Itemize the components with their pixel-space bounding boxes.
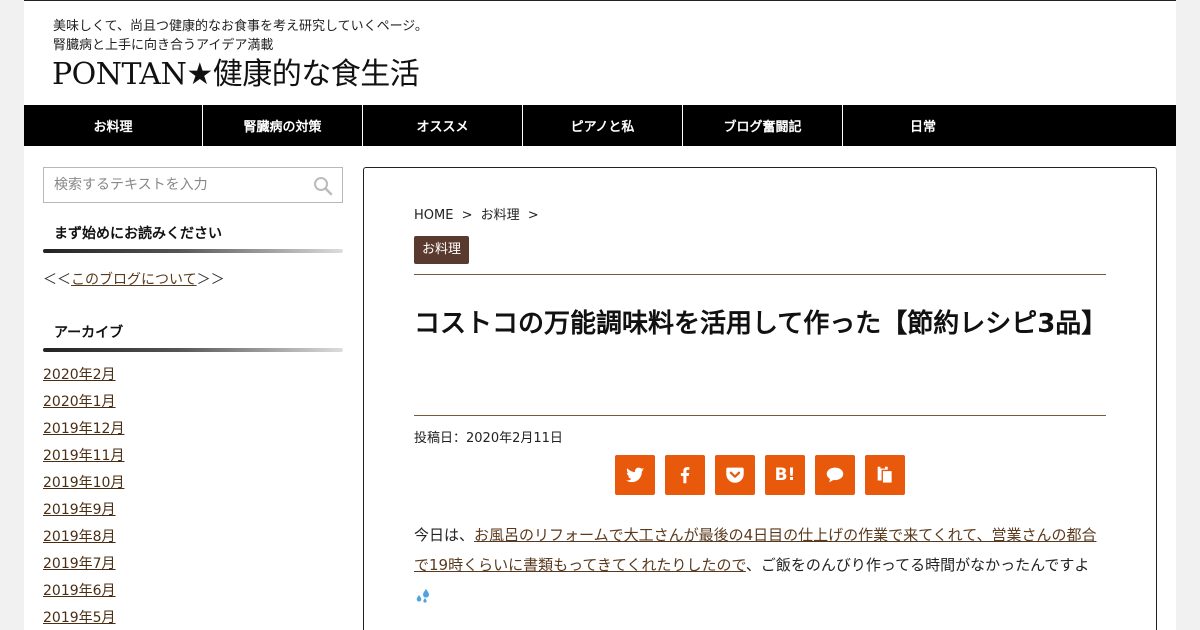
title-divider-bottom xyxy=(414,415,1106,416)
archive-link[interactable]: 2019年9月 xyxy=(43,502,116,518)
list-item: 2019年6月 xyxy=(43,581,124,608)
archive-link[interactable]: 2020年1月 xyxy=(43,394,116,410)
site-header: 美味しくて、尚且つ健康的なお食事を考え研究していくページ。 腎臓病と上手に向き合… xyxy=(24,1,1176,105)
widget-title-archive-text: アーカイブ xyxy=(54,325,124,341)
widget-title-start-text: まず始めにお読みください xyxy=(54,226,222,242)
about-prefix: ＜＜ xyxy=(43,272,71,288)
breadcrumb: HOME > お料理 > xyxy=(414,204,543,223)
nav-item-blog[interactable]: ブログ奮闘記 xyxy=(683,105,843,146)
list-item: 2019年5月 xyxy=(43,608,124,630)
pocket-icon xyxy=(726,467,744,483)
list-item: 2019年11月 xyxy=(43,446,124,473)
breadcrumb-category[interactable]: お料理 xyxy=(481,208,520,223)
title-divider-top xyxy=(414,274,1106,275)
about-line: ＜＜このブログについて＞＞ xyxy=(43,269,225,289)
site-title[interactable]: PONTAN★健康的な食生活 xyxy=(52,55,420,95)
archive-link[interactable]: 2019年6月 xyxy=(43,583,116,599)
nav-item-kidney[interactable]: 腎臓病の対策 xyxy=(203,105,363,146)
post-date: 投稿日：2020年2月11日 xyxy=(414,431,563,446)
widget-title-underline xyxy=(43,348,343,352)
search-box xyxy=(43,167,343,203)
body-suffix: 、ご飯をのんびり作ってる時間がなかったんですよ xyxy=(745,556,1090,574)
nav-item-recommend[interactable]: オススメ xyxy=(363,105,523,146)
list-item: 2020年1月 xyxy=(43,392,124,419)
archive-link[interactable]: 2019年11月 xyxy=(43,448,124,464)
about-suffix: ＞＞ xyxy=(196,272,225,288)
main-nav: お料理 腎臓病の対策 オススメ ピアノと私 ブログ奮闘記 日常 xyxy=(24,105,1176,146)
twitter-icon xyxy=(626,467,645,483)
widget-title-archive: アーカイブ xyxy=(43,316,343,352)
body-prefix: 今日は、 xyxy=(414,526,475,544)
nav-item-cooking[interactable]: お料理 xyxy=(24,105,203,146)
sweat-drops-icon xyxy=(416,588,429,603)
tagline-line-1: 美味しくて、尚且つ健康的なお食事を考え研究していくページ。 xyxy=(53,19,428,34)
archive-link[interactable]: 2019年12月 xyxy=(43,421,124,437)
widget-title-underline xyxy=(43,249,343,253)
list-item: 2020年2月 xyxy=(43,365,124,392)
breadcrumb-home[interactable]: HOME xyxy=(414,208,453,223)
breadcrumb-separator: > xyxy=(461,208,473,223)
list-item: 2019年12月 xyxy=(43,419,124,446)
list-item: 2019年8月 xyxy=(43,527,124,554)
breadcrumb-separator: > xyxy=(527,208,539,223)
share-buttons: B! xyxy=(615,455,905,495)
search-icon xyxy=(314,177,333,196)
list-item: 2019年9月 xyxy=(43,500,124,527)
archive-link[interactable]: 2020年2月 xyxy=(43,367,116,383)
archive-link[interactable]: 2019年8月 xyxy=(43,529,116,545)
article-card: HOME > お料理 > お料理 コストコの万能調味料を活用して作った【節約レシ… xyxy=(363,167,1157,630)
archive-link[interactable]: 2019年10月 xyxy=(43,475,124,491)
search-button[interactable] xyxy=(312,175,334,197)
line-share-button[interactable] xyxy=(815,455,855,495)
copy-link-button[interactable] xyxy=(865,455,905,495)
list-item: 2019年10月 xyxy=(43,473,124,500)
article-body: 今日は、お風呂のリフォームで大工さんが最後の4日目の仕上げの作業で来てくれて、営… xyxy=(414,520,1106,610)
article-title: コストコの万能調味料を活用して作った【節約レシピ3品】 xyxy=(414,309,1108,339)
copy-icon xyxy=(877,465,894,484)
pocket-share-button[interactable] xyxy=(715,455,755,495)
twitter-share-button[interactable] xyxy=(615,455,655,495)
hatena-bookmark-icon: B! xyxy=(774,465,796,485)
widget-title-start: まず始めにお読みください xyxy=(43,217,343,253)
archive-link[interactable]: 2019年5月 xyxy=(43,610,116,626)
hatena-share-button[interactable]: B! xyxy=(765,455,805,495)
nav-item-piano[interactable]: ピアノと私 xyxy=(523,105,683,146)
archive-link[interactable]: 2019年7月 xyxy=(43,556,116,572)
about-blog-link[interactable]: このブログについて xyxy=(71,272,197,288)
facebook-icon xyxy=(680,467,690,484)
site-tagline: 美味しくて、尚且つ健康的なお食事を考え研究していくページ。 腎臓病と上手に向き合… xyxy=(53,17,428,55)
tagline-line-2: 腎臓病と上手に向き合うアイデア満載 xyxy=(53,38,274,53)
page: 美味しくて、尚且つ健康的なお食事を考え研究していくページ。 腎臓病と上手に向き合… xyxy=(24,0,1176,630)
category-badge[interactable]: お料理 xyxy=(414,236,470,264)
archive-list: 2020年2月 2020年1月 2019年12月 2019年11月 2019年1… xyxy=(43,365,124,630)
search-input[interactable] xyxy=(44,168,304,202)
line-chat-icon xyxy=(826,467,844,483)
nav-item-daily[interactable]: 日常 xyxy=(843,105,1003,146)
list-item: 2019年7月 xyxy=(43,554,124,581)
facebook-share-button[interactable] xyxy=(665,455,705,495)
